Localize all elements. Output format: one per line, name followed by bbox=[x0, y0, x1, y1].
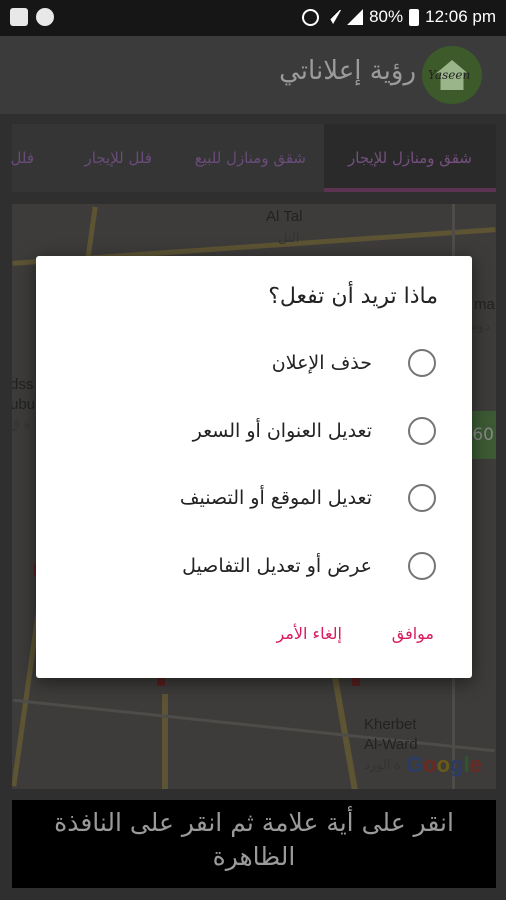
action-dialog: ماذا تريد أن تفعل؟ حذف الإعلان تعديل الع… bbox=[36, 256, 472, 678]
option-edit-location-category[interactable]: تعديل الموقع أو التصنيف bbox=[180, 478, 436, 518]
tab-villas[interactable]: فلل bbox=[11, 124, 35, 192]
clock: 12:06 pm bbox=[425, 7, 496, 26]
google-logo: Google bbox=[406, 752, 482, 777]
app-title: رؤية إعلاناتي bbox=[279, 56, 416, 86]
ok-button[interactable]: موافق bbox=[392, 624, 434, 643]
system-icons: 80% 12:06 pm bbox=[302, 7, 496, 27]
radio-button[interactable] bbox=[408, 552, 436, 580]
option-delete-ad[interactable]: حذف الإعلان bbox=[272, 343, 436, 383]
option-label: عرض أو تعديل التفاصيل bbox=[182, 555, 372, 577]
instruction-banner: انقر على أية علامة ثم انقر على النافذة ا… bbox=[12, 800, 496, 888]
status-bar: 80% 12:06 pm bbox=[0, 0, 506, 36]
radio-button[interactable] bbox=[408, 349, 436, 377]
app-bar: رؤية إعلاناتي Yaseen bbox=[0, 36, 506, 114]
map-label-ma-ar: دوم bbox=[470, 318, 491, 333]
dialog-title: ماذا تريد أن تفعل؟ bbox=[268, 284, 438, 309]
wifi-icon bbox=[325, 10, 342, 24]
radio-button[interactable] bbox=[408, 417, 436, 445]
image-icon bbox=[10, 8, 28, 26]
alarm-icon bbox=[302, 8, 320, 26]
map-road bbox=[13, 698, 495, 753]
option-edit-title-price[interactable]: تعديل العنوان أو السعر bbox=[193, 411, 436, 451]
option-label: تعديل العنوان أو السعر bbox=[192, 420, 372, 442]
map-label-ar-left: ة ق bbox=[12, 416, 31, 431]
map-road bbox=[162, 694, 168, 789]
map-label-kherbet: Kherbet bbox=[364, 716, 417, 733]
tab-apartments-rent[interactable]: شقق ومنازل للإيجار bbox=[324, 124, 496, 192]
option-label: حذف الإعلان bbox=[271, 352, 372, 374]
notification-icons bbox=[10, 8, 54, 26]
whatsapp-icon bbox=[36, 8, 54, 26]
map-label-al-ward-ar: ة الورد bbox=[364, 757, 401, 772]
map-label-dss: dss bbox=[12, 376, 34, 393]
signal-icon bbox=[347, 9, 364, 25]
app-logo: Yaseen bbox=[422, 46, 482, 104]
map-label-al-tal-ar: التل bbox=[278, 230, 300, 245]
battery-percent: 80% bbox=[369, 7, 404, 26]
option-view-edit-details[interactable]: عرض أو تعديل التفاصيل bbox=[182, 546, 436, 586]
tab-villas-rent[interactable]: فلل للإيجار bbox=[85, 124, 152, 192]
map-label-ubu: ubu bbox=[12, 396, 36, 413]
map-label-ma: ma bbox=[474, 296, 495, 313]
radio-button[interactable] bbox=[408, 484, 436, 512]
logo-text: Yaseen bbox=[428, 68, 471, 82]
map-label-al-tal: Al Tal bbox=[266, 208, 303, 225]
tab-apartments-sale[interactable]: شقق ومنازل للبيع bbox=[195, 124, 306, 192]
option-label: تعديل الموقع أو التصنيف bbox=[179, 487, 372, 509]
cancel-button[interactable]: إلغاء الأمر bbox=[277, 624, 343, 643]
tab-bar: شقق ومنازل للإيجار شقق ومنازل للبيع فلل … bbox=[11, 124, 496, 192]
map-label-al-ward: Al-Ward bbox=[364, 736, 418, 753]
battery-icon bbox=[409, 8, 420, 26]
